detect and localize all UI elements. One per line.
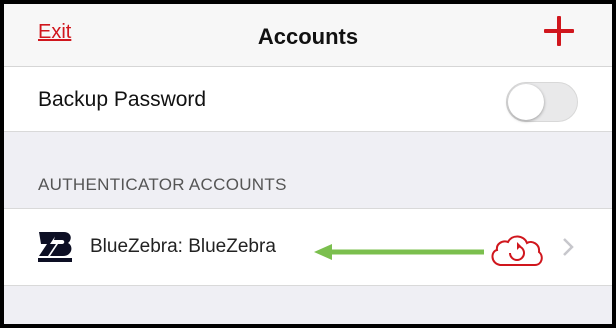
page-title: Accounts <box>257 24 359 49</box>
cloud-sync-icon[interactable] <box>488 229 546 269</box>
annotation-arrow-icon <box>314 244 484 260</box>
plus-icon[interactable] <box>544 16 574 46</box>
section-header-authenticator-accounts: AUTHENTICATOR ACCOUNTS <box>38 175 287 194</box>
backup-password-label: Backup Password <box>38 88 207 111</box>
chevron-right-icon <box>563 238 574 256</box>
backup-password-toggle[interactable] <box>506 82 578 122</box>
account-row-bluezebra[interactable]: BlueZebra: BlueZebra <box>4 208 612 286</box>
backup-password-row: Backup Password <box>4 67 612 132</box>
app-window: Exit Accounts Backup Password AUTHENTICA… <box>0 0 616 328</box>
navigation-bar: Exit Accounts <box>4 4 612 67</box>
toggle-knob <box>508 84 544 120</box>
account-name: BlueZebra: BlueZebra <box>90 236 276 257</box>
bluezebra-logo <box>38 232 72 262</box>
